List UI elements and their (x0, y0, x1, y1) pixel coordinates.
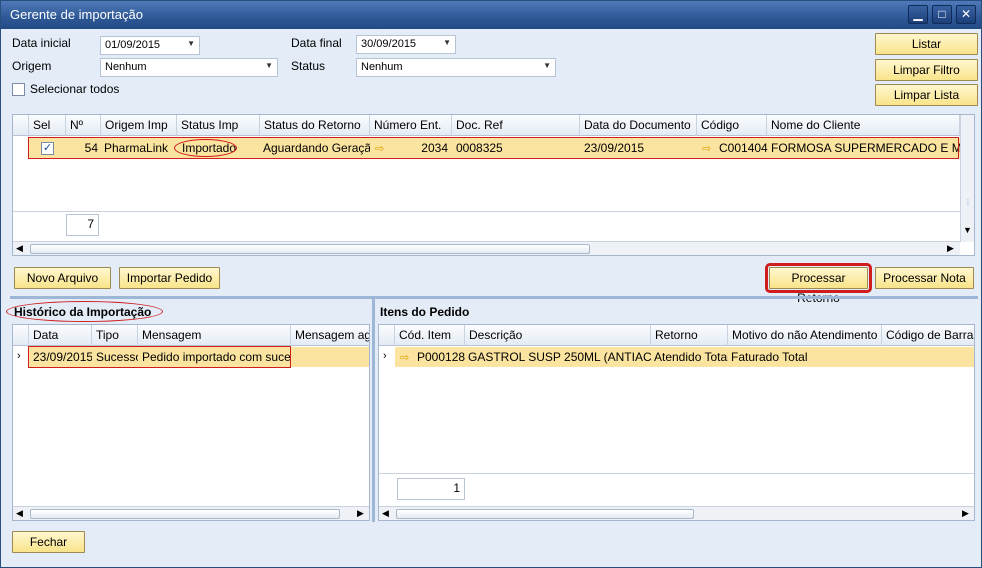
origem-select[interactable]: Nenhum ▼ (100, 58, 278, 77)
chevron-down-icon: ▼ (443, 38, 451, 47)
grid-row-header-corner (13, 115, 29, 136)
scroll-thumb[interactable] (30, 244, 590, 254)
importar-pedido-button[interactable]: Importar Pedido (119, 267, 220, 289)
itens-grid: Cód. Item Descrição Retorno Motivo do nã… (378, 324, 975, 521)
scroll-thumb[interactable] (396, 509, 694, 519)
itens-title: Itens do Pedido (380, 305, 470, 319)
col-num[interactable]: Nº (66, 115, 101, 136)
minimize-icon[interactable]: ▁ (908, 5, 928, 24)
col-status-imp[interactable]: Status Imp (177, 115, 260, 136)
import-grid: Sel Nº Origem Imp Status Imp Status do R… (12, 114, 975, 256)
grid-footer-divider (13, 211, 960, 212)
scroll-right-icon[interactable]: ▶ (357, 508, 364, 519)
chevron-down-icon: ▼ (265, 61, 273, 70)
status-select[interactable]: Nenhum ▼ (356, 58, 556, 77)
col-doc-ref[interactable]: Doc. Ref (452, 115, 580, 136)
data-final-field[interactable]: 30/09/2015 ▼ (356, 35, 456, 54)
col-mensagem-agregada[interactable]: Mensagem agregada (291, 325, 369, 346)
grid-row-header-corner (13, 325, 29, 346)
col-descricao[interactable]: Descrição (465, 325, 651, 346)
historico-horizontal-scrollbar[interactable]: ◀ ▶ (13, 506, 369, 520)
cell-cod-item: P000128 (417, 350, 465, 364)
grid-horizontal-scrollbar[interactable]: ◀ ▶ (13, 241, 960, 255)
col-tipo[interactable]: Tipo (92, 325, 138, 346)
novo-arquivo-button[interactable]: Novo Arquivo (14, 267, 111, 289)
cell-retorno: Atendido Total (654, 350, 728, 364)
link-arrow-icon[interactable]: ⇨ (400, 351, 409, 364)
grid-footer-divider (379, 473, 974, 474)
col-mensagem[interactable]: Mensagem (138, 325, 291, 346)
listar-button[interactable]: Listar (875, 33, 978, 55)
row-annotation-box (28, 346, 291, 368)
origem-label: Origem (12, 59, 52, 73)
col-nome-cliente[interactable]: Nome do Cliente (767, 115, 960, 136)
data-inicial-label: Data inicial (12, 36, 71, 50)
annotation-oval (6, 301, 163, 322)
vertical-splitter[interactable] (372, 299, 375, 522)
scroll-grip-icon: ⋮⋮ (964, 198, 974, 207)
fechar-button[interactable]: Fechar (12, 531, 85, 553)
col-data[interactable]: Data (29, 325, 92, 346)
title-bar: Gerente de importação ▁ □ ✕ (1, 1, 981, 29)
col-sel[interactable]: Sel (29, 115, 66, 136)
processar-nota-button[interactable]: Processar Nota (875, 267, 974, 289)
chevron-down-icon: ▼ (543, 61, 551, 70)
row-pointer-icon: › (383, 350, 387, 362)
status-value: Nenhum (361, 61, 403, 73)
cell-descricao: GASTROL SUSP 250ML (ANTIACIDO) (468, 350, 651, 364)
col-cod-item[interactable]: Cód. Item (395, 325, 465, 346)
origem-value: Nenhum (105, 61, 147, 73)
selecionar-todos-checkbox[interactable] (12, 83, 25, 96)
row-pointer-icon: › (17, 350, 21, 362)
scroll-down-icon[interactable]: ▼ (963, 225, 972, 235)
data-inicial-value: 01/09/2015 (105, 39, 161, 51)
scroll-thumb[interactable] (30, 509, 340, 519)
data-inicial-field[interactable]: 01/09/2015 ▼ (100, 36, 200, 55)
chevron-down-icon: ▼ (187, 39, 195, 48)
col-origem-imp[interactable]: Origem Imp (101, 115, 177, 136)
col-data-documento[interactable]: Data do Documento (580, 115, 697, 136)
import-manager-window: Gerente de importação ▁ □ ✕ Data inicial… (0, 0, 982, 568)
row-count: 1 (397, 478, 465, 500)
scroll-left-icon[interactable]: ◀ (16, 508, 23, 519)
col-codigo-barras[interactable]: Código de Barras (882, 325, 974, 346)
window-title: Gerente de importação (10, 7, 143, 22)
row-count: 7 (66, 214, 99, 236)
horizontal-splitter[interactable] (10, 296, 978, 299)
maximize-icon[interactable]: □ (932, 5, 952, 24)
scroll-right-icon[interactable]: ▶ (947, 243, 954, 254)
itens-horizontal-scrollbar[interactable]: ◀ ▶ (379, 506, 974, 520)
data-final-value: 30/09/2015 (361, 38, 417, 50)
row-annotation-box (28, 137, 959, 159)
col-numero-ent[interactable]: Número Ent. (370, 115, 452, 136)
scroll-left-icon[interactable]: ◀ (382, 508, 389, 519)
selecionar-todos-label: Selecionar todos (30, 82, 120, 96)
col-codigo[interactable]: Código (697, 115, 767, 136)
scroll-left-icon[interactable]: ◀ (16, 243, 23, 254)
status-label: Status (291, 59, 326, 73)
col-retorno[interactable]: Retorno (651, 325, 728, 346)
limpar-lista-button[interactable]: Limpar Lista (875, 84, 978, 106)
data-final-label: Data final (291, 36, 342, 50)
processar-retorno-button[interactable]: Processar Retorno (765, 263, 872, 305)
limpar-filtro-button[interactable]: Limpar Filtro (875, 59, 978, 81)
cell-motivo: Faturado Total (731, 350, 808, 364)
close-icon[interactable]: ✕ (956, 5, 976, 24)
historico-grid: Data Tipo Mensagem Mensagem agregada › 2… (12, 324, 370, 521)
grid-row-header-corner (379, 325, 395, 346)
col-status-retorno[interactable]: Status do Retorno (260, 115, 370, 136)
grid-vertical-scrollbar[interactable]: ⋮⋮ ▼ (960, 115, 974, 242)
row-header (13, 138, 29, 158)
col-motivo[interactable]: Motivo do não Atendimento (728, 325, 882, 346)
scroll-right-icon[interactable]: ▶ (962, 508, 969, 519)
